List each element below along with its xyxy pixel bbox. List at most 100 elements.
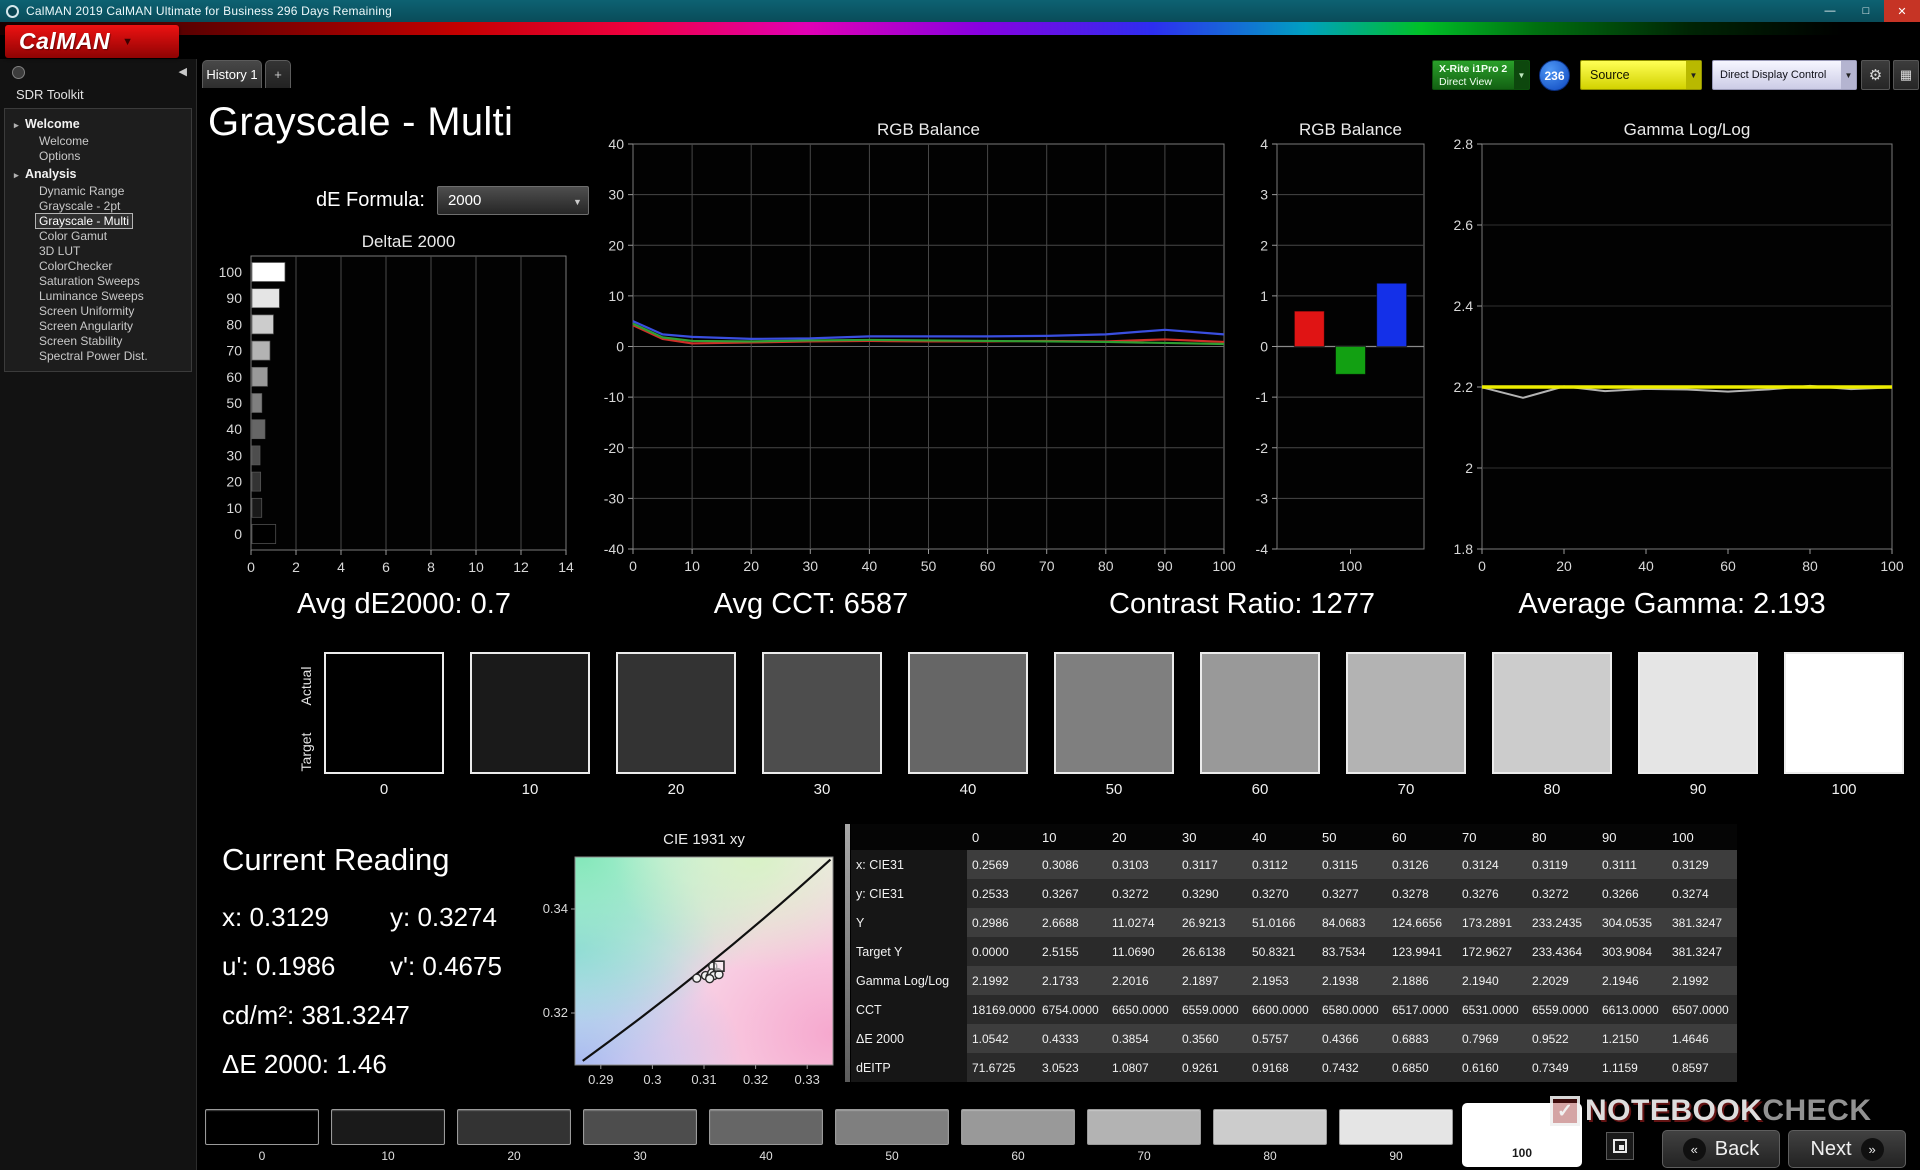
cell: 26.6138 bbox=[1177, 937, 1247, 966]
sidebar-item-saturation-sweeps[interactable]: Saturation Sweeps bbox=[5, 274, 191, 289]
pattern-tile-90[interactable]: 90 bbox=[1336, 1106, 1456, 1164]
plus-icon: + bbox=[274, 67, 282, 82]
cell: 303.9084 bbox=[1597, 937, 1667, 966]
add-tab-button[interactable]: + bbox=[265, 60, 291, 88]
tree-section-label: Welcome bbox=[25, 117, 80, 131]
sidebar-item-screen-angularity[interactable]: Screen Angularity bbox=[5, 319, 191, 334]
cell: 6531.0000 bbox=[1457, 995, 1527, 1024]
svg-text:40: 40 bbox=[1638, 558, 1654, 574]
row-label: Target Y bbox=[851, 937, 967, 966]
svg-text:4: 4 bbox=[1260, 136, 1268, 152]
pattern-tile-20[interactable]: 20 bbox=[454, 1106, 574, 1164]
tree-item-label: Welcome bbox=[39, 134, 89, 148]
settings-button[interactable]: ⚙ bbox=[1861, 60, 1890, 90]
back-button[interactable]: « Back bbox=[1662, 1130, 1780, 1168]
next-button[interactable]: Next » bbox=[1788, 1130, 1906, 1168]
cell: 1.4646 bbox=[1667, 1024, 1737, 1053]
sidebar-item-options[interactable]: Options bbox=[5, 149, 191, 164]
table-corner bbox=[851, 824, 967, 850]
next-label: Next bbox=[1810, 1137, 1852, 1160]
tile-label: 50 bbox=[885, 1149, 899, 1163]
pattern-tile-60[interactable]: 60 bbox=[958, 1106, 1078, 1164]
sidebar-item-grayscale-multi[interactable]: Grayscale - Multi bbox=[5, 213, 191, 229]
svg-text:70: 70 bbox=[1039, 558, 1055, 574]
swatch-fill bbox=[616, 652, 736, 774]
collapse-sidebar-icon[interactable]: ◀ bbox=[179, 65, 187, 78]
chevron-down-icon[interactable]: ▼ bbox=[1841, 61, 1856, 89]
cell: 51.0166 bbox=[1247, 908, 1317, 937]
svg-text:0: 0 bbox=[629, 558, 637, 574]
cell: 6517.0000 bbox=[1387, 995, 1457, 1024]
grayscale-swatch-50: 50 bbox=[1054, 652, 1174, 798]
display-control-label: Direct Display Control bbox=[1720, 69, 1827, 81]
display-control-selector[interactable]: Direct Display Control ▼ bbox=[1712, 60, 1857, 90]
pattern-tile-100[interactable]: 100 bbox=[1462, 1103, 1582, 1167]
reading-y: y: 0.3274 bbox=[390, 902, 497, 932]
tree-item-label: Grayscale - 2pt bbox=[39, 199, 121, 213]
tree-item-label: Screen Stability bbox=[39, 334, 123, 348]
pattern-tile-0[interactable]: 0 bbox=[202, 1106, 322, 1164]
svg-text:2: 2 bbox=[1465, 460, 1473, 476]
pattern-tile-10[interactable]: 10 bbox=[328, 1106, 448, 1164]
svg-text:100: 100 bbox=[1880, 558, 1904, 574]
sidebar-item-screen-uniformity[interactable]: Screen Uniformity bbox=[5, 304, 191, 319]
svg-text:RGB Balance: RGB Balance bbox=[1299, 120, 1402, 139]
chevron-down-icon[interactable]: ▼ bbox=[1514, 61, 1529, 89]
cell: 381.3247 bbox=[1667, 937, 1737, 966]
cell: 6613.0000 bbox=[1597, 995, 1667, 1024]
chevron-down-icon: ▼ bbox=[573, 197, 582, 207]
swatch-label: 30 bbox=[813, 781, 831, 798]
cell: 0.3115 bbox=[1317, 850, 1387, 879]
cell: 0.3272 bbox=[1527, 879, 1597, 908]
cell: 0.3119 bbox=[1527, 850, 1597, 879]
cell: 26.9213 bbox=[1177, 908, 1247, 937]
pattern-window-button[interactable] bbox=[1606, 1132, 1634, 1160]
tile-swatch-fill bbox=[1087, 1109, 1201, 1145]
meter-selector[interactable]: X-Rite i1Pro 2 Direct View ▼ bbox=[1432, 60, 1530, 90]
sidebar-item-screen-stability[interactable]: Screen Stability bbox=[5, 334, 191, 349]
swatch-fill bbox=[1492, 652, 1612, 774]
maximize-button[interactable]: □ bbox=[1848, 0, 1884, 22]
pattern-tile-50[interactable]: 50 bbox=[832, 1106, 952, 1164]
table-col-70: 70 bbox=[1457, 824, 1527, 850]
source-selector[interactable]: Source ▼ bbox=[1580, 60, 1702, 90]
row-label: dEITP bbox=[851, 1053, 967, 1082]
cell: 0.3277 bbox=[1317, 879, 1387, 908]
back-label: Back bbox=[1714, 1137, 1760, 1160]
grayscale-swatch-90: 90 bbox=[1638, 652, 1758, 798]
pattern-tile-70[interactable]: 70 bbox=[1084, 1106, 1204, 1164]
workflow-icon[interactable] bbox=[12, 66, 25, 79]
chevron-down-icon[interactable]: ▼ bbox=[1686, 61, 1701, 89]
sidebar-item-color-gamut[interactable]: Color Gamut bbox=[5, 229, 191, 244]
tree-section-welcome[interactable]: ▸ Welcome bbox=[5, 114, 191, 134]
pattern-tile-80[interactable]: 80 bbox=[1210, 1106, 1330, 1164]
pattern-tile-30[interactable]: 30 bbox=[580, 1106, 700, 1164]
tab-history-1[interactable]: History 1 bbox=[202, 60, 262, 88]
cell: 0.3117 bbox=[1177, 850, 1247, 879]
sidebar-item-dynamic-range[interactable]: Dynamic Range bbox=[5, 184, 191, 199]
svg-text:-4: -4 bbox=[1256, 541, 1269, 557]
svg-text:0.3: 0.3 bbox=[643, 1072, 661, 1087]
pattern-tile-40[interactable]: 40 bbox=[706, 1106, 826, 1164]
cell: 6600.0000 bbox=[1247, 995, 1317, 1024]
minimize-button[interactable]: — bbox=[1812, 0, 1848, 22]
layout-button[interactable]: ▦ bbox=[1893, 60, 1919, 90]
sidebar-item-grayscale-2pt[interactable]: Grayscale - 2pt bbox=[5, 199, 191, 214]
cell: 71.6725 bbox=[967, 1053, 1037, 1082]
svg-text:10: 10 bbox=[468, 559, 484, 575]
table-col-30: 30 bbox=[1177, 824, 1247, 850]
sidebar-item-spectral-power-dist[interactable]: Spectral Power Dist. bbox=[5, 349, 191, 364]
tree-section-analysis[interactable]: ▸ Analysis bbox=[5, 164, 191, 184]
cell: 6507.0000 bbox=[1667, 995, 1737, 1024]
sidebar-item-3d-lut[interactable]: 3D LUT bbox=[5, 244, 191, 259]
svg-text:100: 100 bbox=[1339, 558, 1363, 574]
table-col-80: 80 bbox=[1527, 824, 1597, 850]
meter-count-badge[interactable]: 236 bbox=[1539, 60, 1570, 91]
sidebar-item-colorchecker[interactable]: ColorChecker bbox=[5, 259, 191, 274]
page-title: Grayscale - Multi bbox=[208, 100, 514, 144]
close-button[interactable]: ✕ bbox=[1884, 0, 1920, 22]
cell: 2.2029 bbox=[1527, 966, 1597, 995]
de-formula-select[interactable]: 2000 ▼ bbox=[436, 186, 589, 215]
sidebar-item-welcome[interactable]: Welcome bbox=[5, 134, 191, 149]
sidebar-item-luminance-sweeps[interactable]: Luminance Sweeps bbox=[5, 289, 191, 304]
